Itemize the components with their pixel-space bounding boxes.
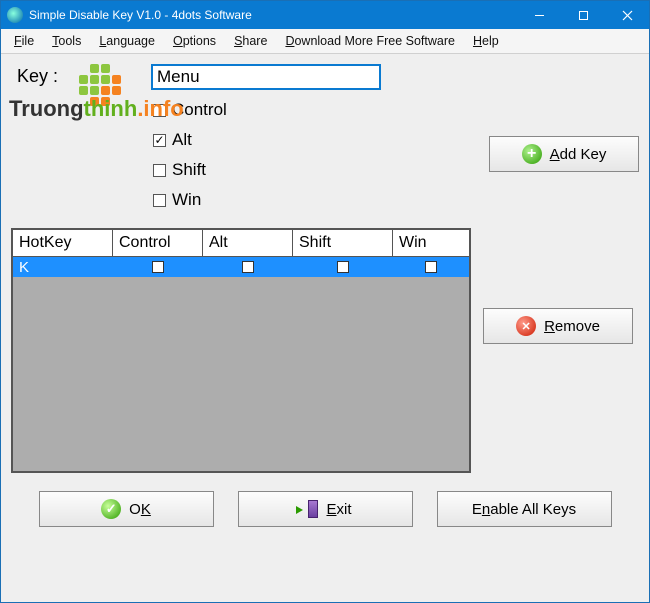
shift-checkbox[interactable] [153,164,166,177]
cell-hotkey: K [13,259,113,276]
shift-checkbox-row[interactable]: Shift [151,160,489,180]
grid-header: HotKey Control Alt Shift Win [13,230,469,257]
watermark-logo-icon [79,64,121,106]
shift-label: Shift [172,160,206,180]
col-win[interactable]: Win [393,230,469,256]
window-title: Simple Disable Key V1.0 - 4dots Software [29,8,252,22]
control-checkbox-row[interactable]: Control [151,100,489,120]
menu-download[interactable]: Download More Free Software [278,31,462,51]
cell-shift-checkbox[interactable] [337,261,349,273]
ok-button[interactable]: OK [39,491,214,527]
app-icon [7,7,23,23]
cell-win-checkbox[interactable] [425,261,437,273]
close-button[interactable] [605,1,649,29]
cell-control-checkbox[interactable] [152,261,164,273]
win-checkbox-row[interactable]: Win [151,190,489,210]
hotkey-grid[interactable]: HotKey Control Alt Shift Win K [11,228,471,473]
win-checkbox[interactable] [153,194,166,207]
col-hotkey[interactable]: HotKey [13,230,113,256]
key-label-area: Key : Truongthinh.info [11,64,151,87]
menu-share[interactable]: Share [227,31,274,51]
app-window: Simple Disable Key V1.0 - 4dots Software… [0,0,650,603]
col-control[interactable]: Control [113,230,203,256]
menu-file[interactable]: File [7,31,41,51]
key-label: Key : [17,66,58,86]
exit-button[interactable]: Exit [238,491,413,527]
maximize-button[interactable] [561,1,605,29]
add-key-button[interactable]: Add Key [489,136,639,172]
col-shift[interactable]: Shift [293,230,393,256]
menu-language[interactable]: Language [92,31,162,51]
alt-checkbox[interactable]: ✓ [153,134,166,147]
menu-help[interactable]: Help [466,31,506,51]
check-icon [101,499,121,519]
menubar: File Tools Language Options Share Downlo… [1,29,649,54]
col-alt[interactable]: Alt [203,230,293,256]
control-checkbox[interactable] [153,104,166,117]
key-input[interactable] [151,64,381,90]
remove-button[interactable]: Remove [483,308,633,344]
win-label: Win [172,190,201,210]
remove-icon [516,316,536,336]
cell-alt-checkbox[interactable] [242,261,254,273]
exit-icon [298,500,318,518]
enable-all-keys-button[interactable]: Enable All Keys [437,491,612,527]
alt-label: Alt [172,130,192,150]
grid-row[interactable]: K [13,257,469,277]
titlebar: Simple Disable Key V1.0 - 4dots Software [1,1,649,29]
window-controls [517,1,649,29]
menu-options[interactable]: Options [166,31,223,51]
alt-checkbox-row[interactable]: ✓ Alt [151,130,489,150]
client-area: Key : Truongthinh.info Control [1,54,649,602]
minimize-button[interactable] [517,1,561,29]
control-label: Control [172,100,227,120]
plus-icon [522,144,542,164]
menu-tools[interactable]: Tools [45,31,88,51]
